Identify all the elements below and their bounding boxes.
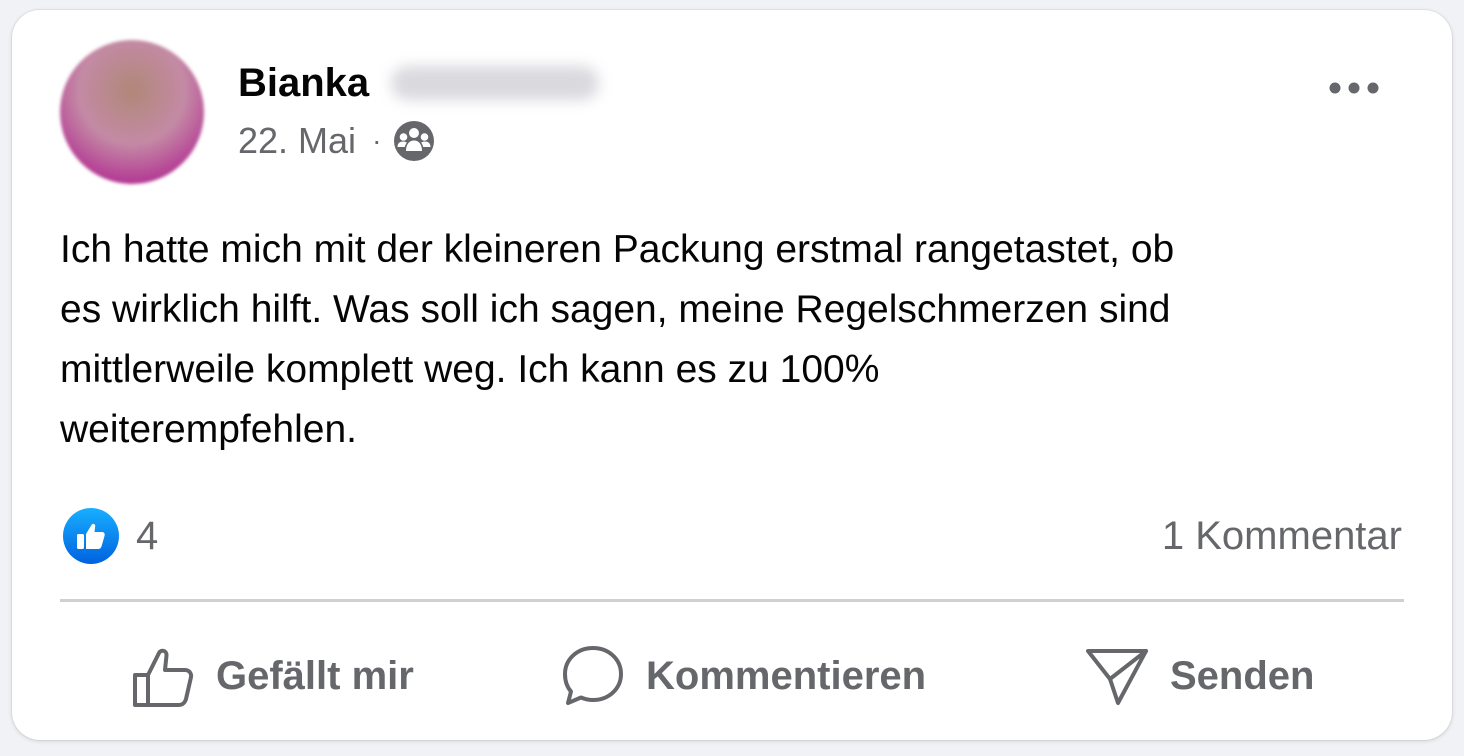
- send-label: Senden: [1170, 653, 1315, 698]
- post-date[interactable]: 22. Mai: [238, 120, 356, 162]
- reaction-count[interactable]: 4: [136, 510, 158, 562]
- more-options-button[interactable]: [1322, 66, 1386, 110]
- post-card: Bianka 22. Mai · Ich hatte mich mit der …: [12, 10, 1452, 740]
- author-name[interactable]: Bianka: [238, 61, 369, 106]
- author-row: Bianka: [238, 58, 600, 108]
- post-text: Ich hatte mich mit der kleineren Packung…: [60, 228, 1175, 451]
- comment-bubble-icon: [563, 646, 623, 705]
- more-icon: [1329, 82, 1379, 94]
- thumbs-up-icon: [133, 648, 194, 707]
- send-button[interactable]: Senden: [1084, 638, 1314, 714]
- avatar[interactable]: [60, 40, 204, 184]
- group-icon[interactable]: [393, 120, 435, 162]
- comment-count[interactable]: 1 Kommentar: [1162, 510, 1402, 562]
- post-meta: 22. Mai ·: [238, 116, 435, 166]
- divider: [60, 599, 1404, 602]
- comment-button[interactable]: Kommentieren: [560, 638, 926, 714]
- comment-label: Kommentieren: [646, 653, 927, 698]
- like-button[interactable]: Gefällt mir: [130, 638, 414, 714]
- meta-separator: ·: [372, 125, 382, 156]
- send-icon: [1086, 649, 1148, 705]
- like-label: Gefällt mir: [216, 653, 414, 698]
- blurred-author-surname: [391, 66, 600, 100]
- like-icon[interactable]: [62, 507, 120, 565]
